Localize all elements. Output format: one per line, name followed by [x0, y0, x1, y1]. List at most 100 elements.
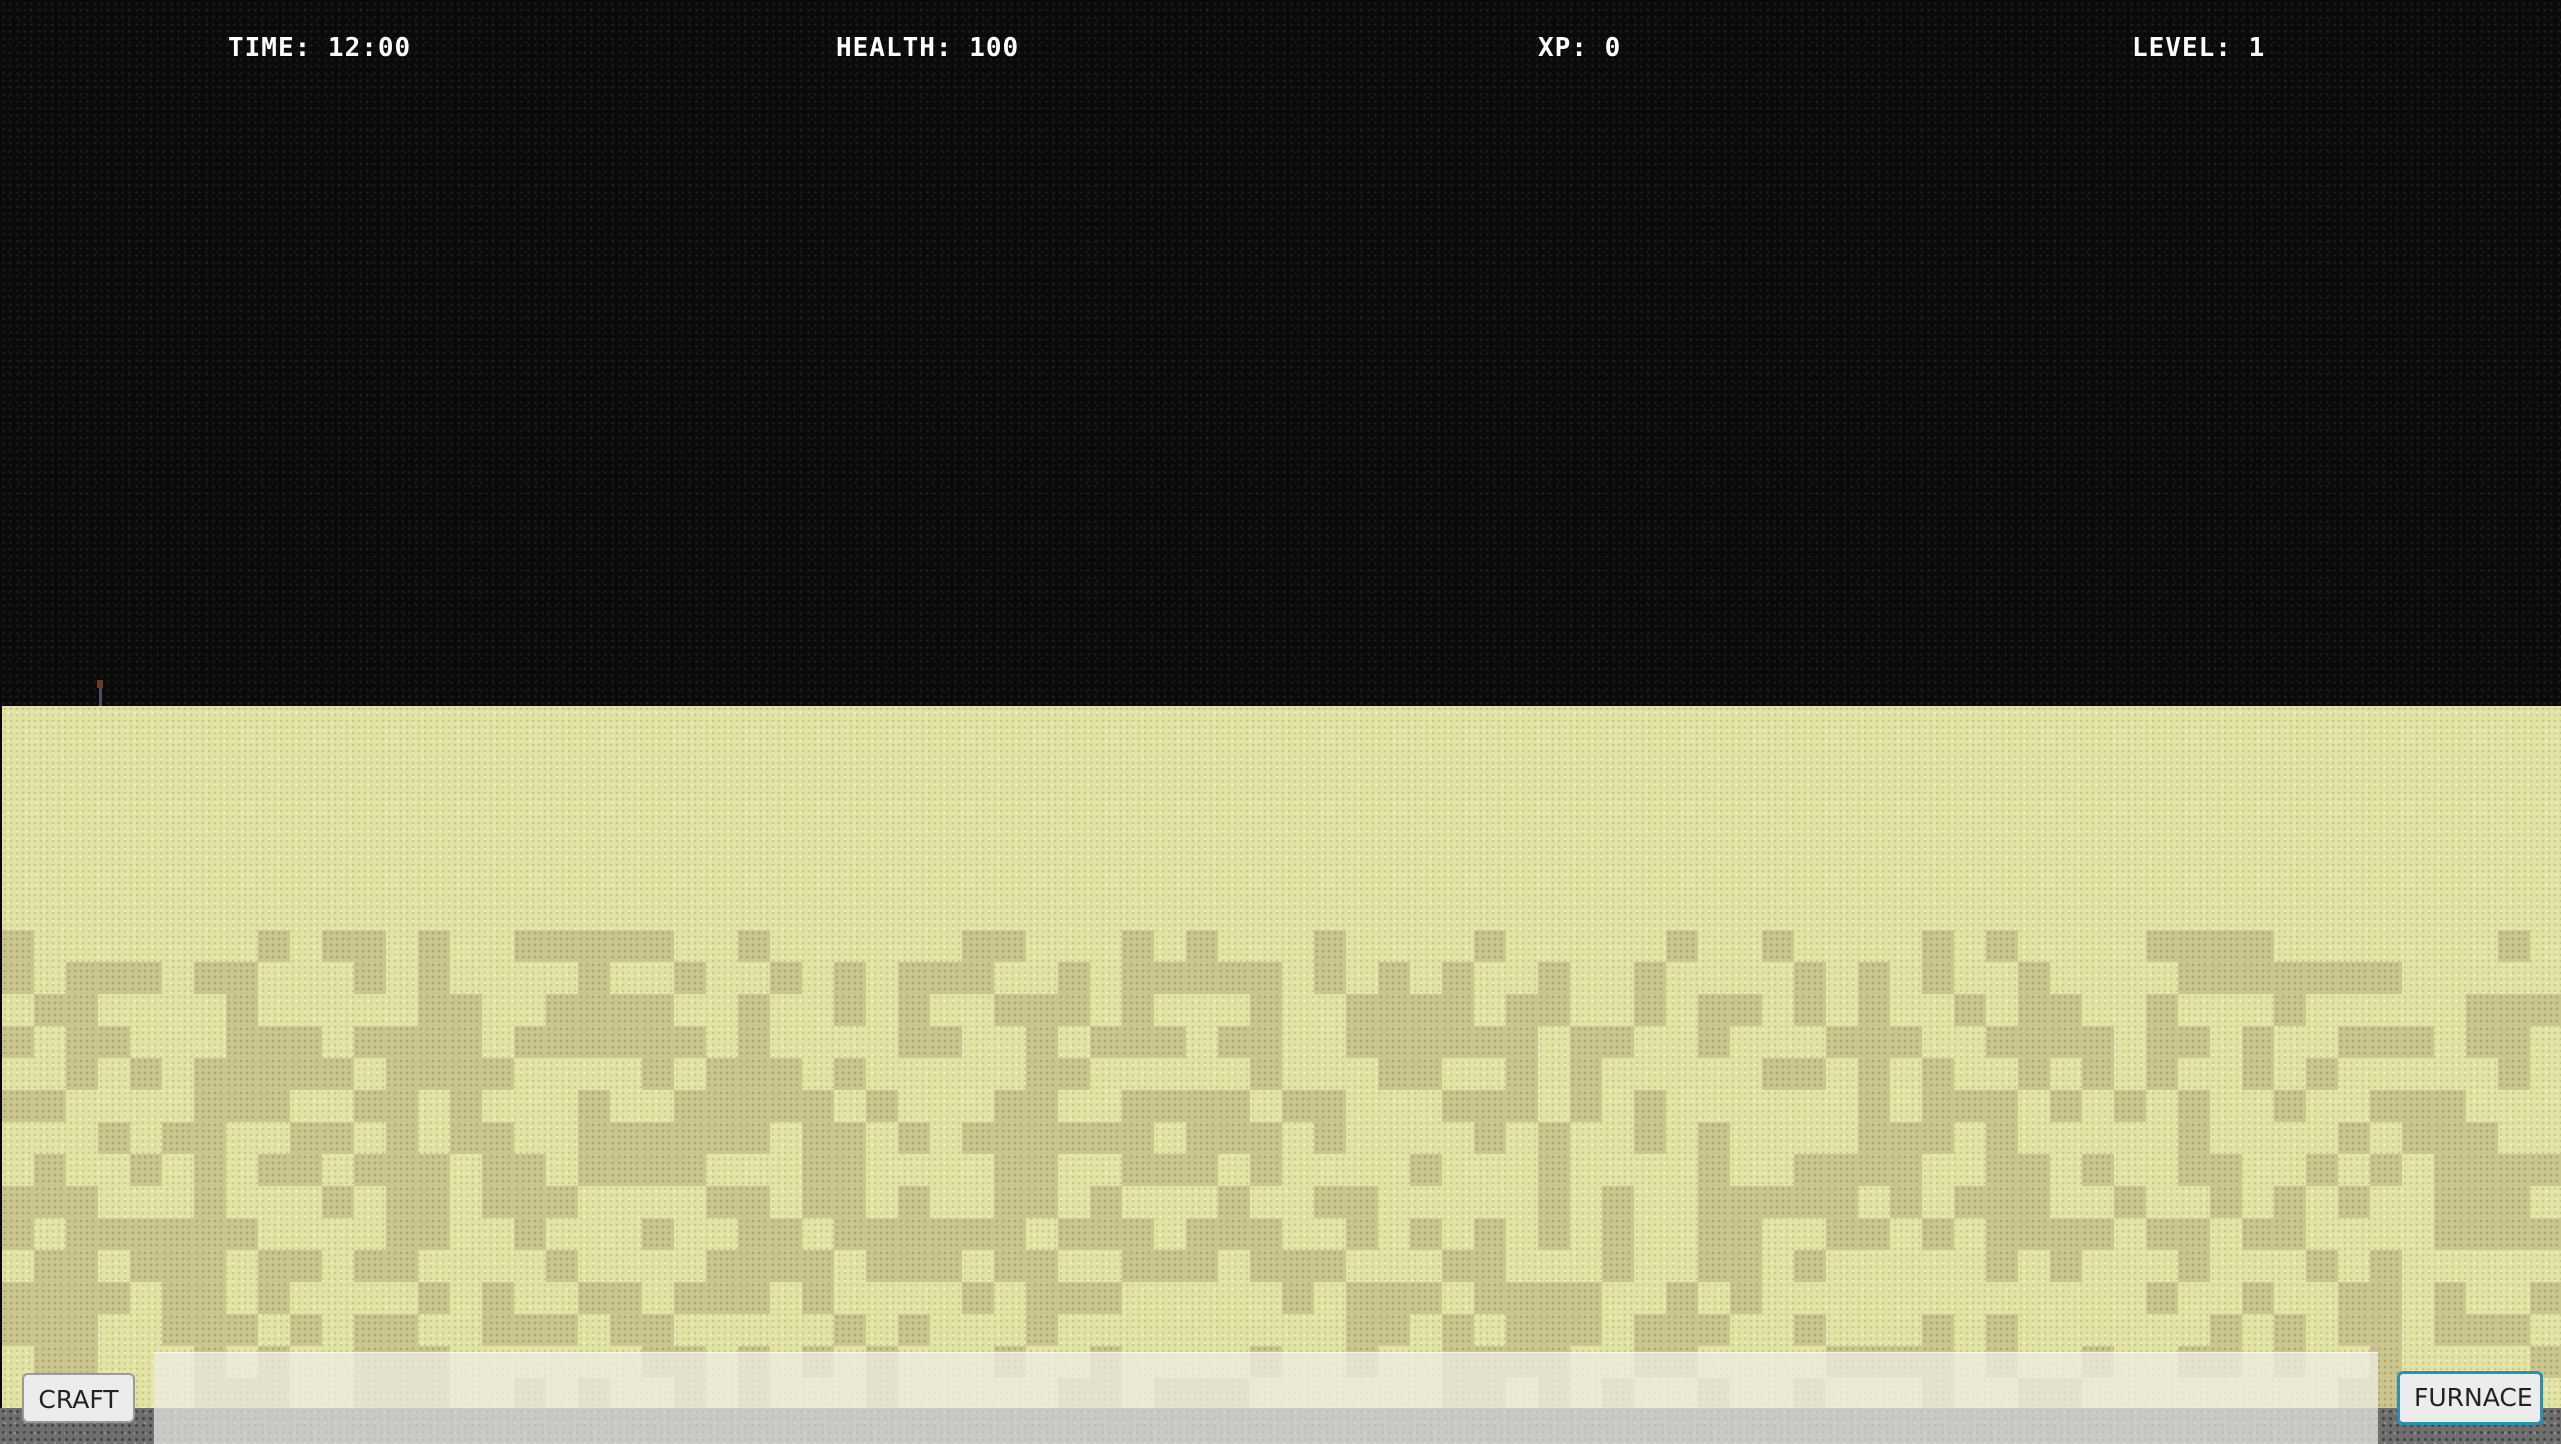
sandstone-block: [1890, 1026, 1922, 1058]
sandstone-block: [2274, 1314, 2306, 1346]
sand-terrain[interactable]: [2, 706, 2561, 1444]
sandstone-block: [2338, 1282, 2370, 1314]
sandstone-block: [1442, 1250, 1474, 1282]
sandstone-block: [1090, 1218, 1122, 1250]
sandstone-block: [1794, 1154, 1826, 1186]
sandstone-block: [418, 1186, 450, 1218]
sandstone-block: [450, 1122, 482, 1154]
sandstone-block: [770, 1218, 802, 1250]
sandstone-block: [194, 1314, 226, 1346]
sandstone-block: [2338, 1314, 2370, 1346]
sandstone-block: [1410, 994, 1442, 1026]
sandstone-block: [2274, 994, 2306, 1026]
sandstone-block: [1922, 1218, 1954, 1250]
hotbar[interactable]: [154, 1352, 2378, 1444]
sandstone-block: [898, 1218, 930, 1250]
sandstone-block: [1538, 1122, 1570, 1154]
sandstone-block: [898, 994, 930, 1026]
sandstone-block: [98, 1026, 130, 1058]
sandstone-block: [1858, 1218, 1890, 1250]
sandstone-block: [962, 1122, 994, 1154]
game-viewport[interactable]: TIME: 12:00 HEALTH: 100 XP: 0 LEVEL: 1 C…: [0, 0, 2561, 1444]
sandstone-block: [1922, 1090, 1954, 1122]
sandstone-block: [1794, 1314, 1826, 1346]
sandstone-block: [98, 1122, 130, 1154]
sandstone-block: [1666, 1282, 1698, 1314]
sandstone-block: [834, 1314, 866, 1346]
sandstone-block: [2498, 1154, 2530, 1186]
sandstone-block: [98, 1218, 130, 1250]
sandstone-block: [770, 962, 802, 994]
sandstone-block: [482, 1314, 514, 1346]
sandstone-block: [162, 1250, 194, 1282]
sandstone-block: [610, 930, 642, 962]
sandstone-block: [706, 1058, 738, 1090]
sandstone-block: [2018, 1026, 2050, 1058]
sandstone-block: [706, 1282, 738, 1314]
sandstone-block: [2018, 1186, 2050, 1218]
craft-button[interactable]: CRAFT: [22, 1373, 135, 1423]
sandstone-block: [1122, 1090, 1154, 1122]
sandstone-block: [1506, 994, 1538, 1026]
sandstone-block: [578, 1282, 610, 1314]
sandstone-block: [2274, 1218, 2306, 1250]
sandstone-block: [1986, 1250, 2018, 1282]
sandstone-block: [1890, 1154, 1922, 1186]
sandstone-block: [1346, 994, 1378, 1026]
level-display: LEVEL: 1: [2132, 33, 2266, 63]
sandstone-block: [258, 1090, 290, 1122]
sandstone-block: [1538, 1186, 1570, 1218]
sandstone-block: [962, 1282, 994, 1314]
sandstone-block: [866, 1090, 898, 1122]
sandstone-block: [66, 1058, 98, 1090]
sandstone-block: [1058, 1282, 1090, 1314]
sandstone-block: [1538, 1314, 1570, 1346]
sandstone-block: [1570, 1282, 1602, 1314]
sandstone-block: [1154, 1026, 1186, 1058]
sandstone-block: [2434, 1314, 2466, 1346]
sandstone-block: [1538, 1282, 1570, 1314]
sandstone-block: [578, 1154, 610, 1186]
sandstone-block: [2, 930, 34, 962]
sandstone-block: [66, 1218, 98, 1250]
sandstone-block: [2210, 1154, 2242, 1186]
sandstone-block: [802, 1282, 834, 1314]
sandstone-block: [2242, 1026, 2274, 1058]
sandstone-block: [1698, 1218, 1730, 1250]
sandstone-block: [514, 1026, 546, 1058]
sandstone-block: [1506, 1282, 1538, 1314]
sandstone-block: [194, 1058, 226, 1090]
sandstone-block: [2370, 1282, 2402, 1314]
sandstone-block: [2178, 962, 2210, 994]
sandstone-block: [354, 1090, 386, 1122]
sandstone-block: [34, 1090, 66, 1122]
sandstone-block: [418, 1026, 450, 1058]
sandstone-block: [962, 1218, 994, 1250]
sandstone-block: [834, 1122, 866, 1154]
furnace-button[interactable]: FURNACE: [2397, 1371, 2543, 1425]
sandstone-block: [1474, 1122, 1506, 1154]
sandstone-block: [610, 1026, 642, 1058]
health-display: HEALTH: 100: [836, 33, 1020, 63]
sandstone-block: [834, 1154, 866, 1186]
sandstone-block: [162, 1122, 194, 1154]
sandstone-block: [2370, 1154, 2402, 1186]
sandstone-block: [866, 1250, 898, 1282]
sandstone-block: [2146, 994, 2178, 1026]
sandstone-block: [2466, 1186, 2498, 1218]
sandstone-block: [2146, 1282, 2178, 1314]
sandstone-block: [386, 1186, 418, 1218]
sandstone-block: [1250, 1154, 1282, 1186]
sandstone-block: [2018, 1154, 2050, 1186]
sandstone-block: [610, 1122, 642, 1154]
sandstone-block: [1026, 1314, 1058, 1346]
sandstone-block: [1442, 1314, 1474, 1346]
sandstone-block: [2, 1186, 34, 1218]
sandstone-block: [1634, 1314, 1666, 1346]
sandstone-block: [802, 1122, 834, 1154]
sandstone-block: [418, 1058, 450, 1090]
sandstone-block: [2338, 1026, 2370, 1058]
sandstone-block: [1154, 1090, 1186, 1122]
sandstone-block: [2306, 1154, 2338, 1186]
sandstone-block: [1122, 1154, 1154, 1186]
